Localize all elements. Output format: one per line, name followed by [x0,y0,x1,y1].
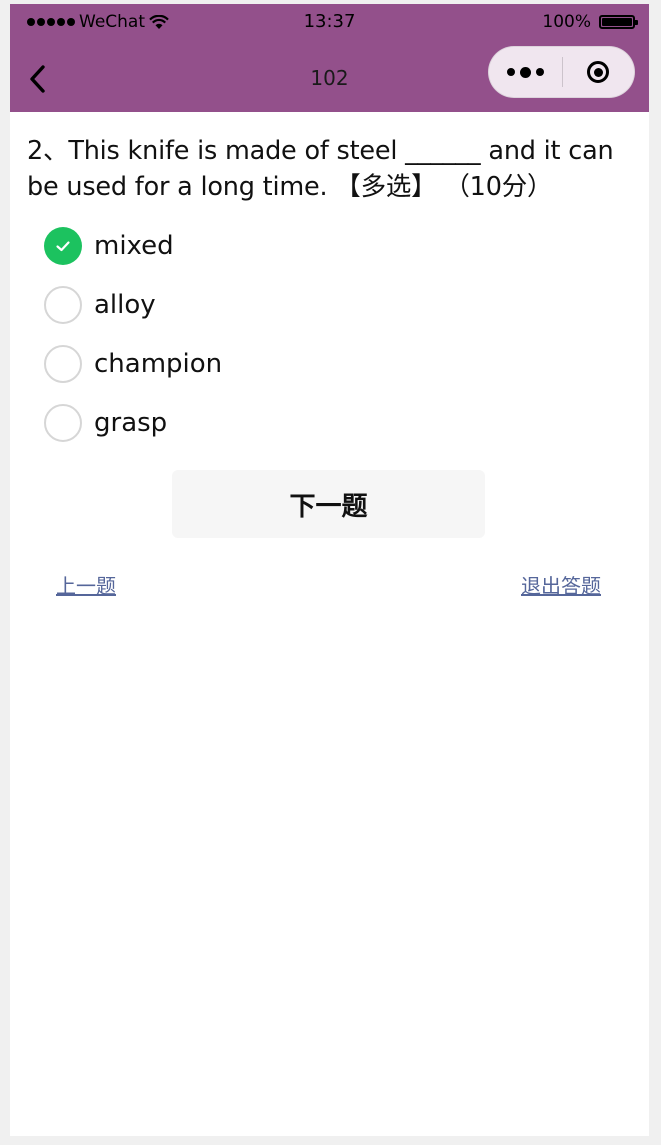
target-circle-icon[interactable] [563,46,635,98]
options-list: mixed alloy champion grasp [44,216,222,452]
top-bar: WeChat 13:37 100% 102 [10,4,649,112]
next-question-button[interactable]: 下一题 [172,470,485,538]
question-text: 2、This knife is made of steel ______ and… [27,136,614,202]
status-bar: WeChat 13:37 100% [10,4,649,42]
checkbox-checked-icon[interactable] [44,226,82,265]
checkbox-empty-icon[interactable] [44,344,82,383]
battery-icon [599,15,638,29]
option-label: mixed [94,230,174,261]
capsule-menu [488,46,635,98]
exit-quiz-link[interactable]: 退出答题 [521,570,601,599]
battery-percent: 100% [542,12,591,32]
option-label: grasp [94,407,168,438]
more-dots-icon[interactable] [489,46,562,98]
option-mixed[interactable]: mixed [44,216,222,275]
option-grasp[interactable]: grasp [44,393,222,452]
status-right: 100% [542,12,638,32]
option-champion[interactable]: champion [44,334,222,393]
checkbox-empty-icon[interactable] [44,403,82,442]
option-label: champion [94,348,223,379]
nav-bar: 102 [10,44,649,112]
prev-question-link[interactable]: 上一题 [56,570,116,599]
option-alloy[interactable]: alloy [44,275,222,334]
option-label: alloy [94,289,156,320]
phone-screen: WeChat 13:37 100% 102 2、This knife is ma… [10,4,649,1136]
checkbox-empty-icon[interactable] [44,285,82,324]
